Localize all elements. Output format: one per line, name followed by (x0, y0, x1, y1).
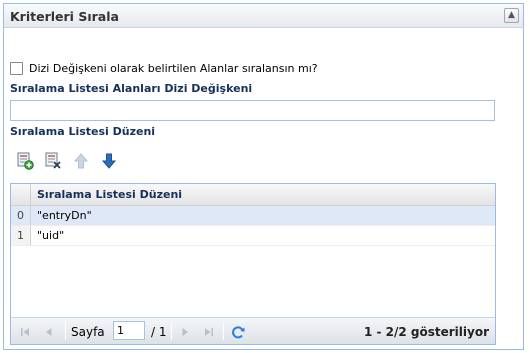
first-page-icon (21, 328, 29, 336)
panel-header: Kriterleri Sırala ▲ (4, 4, 523, 28)
row-number: 1 (11, 226, 31, 245)
sort-array-checkbox-label: Dizi Değişkeni olarak belirtilen Alanlar… (29, 62, 318, 75)
collapse-icon[interactable]: ▲ (504, 8, 519, 23)
page-label: Sayfa (71, 325, 105, 339)
last-page-icon (205, 328, 213, 336)
move-up-button[interactable] (69, 149, 93, 173)
order-label: Sıralama Listesi Düzeni (10, 125, 156, 138)
pager-separator (171, 323, 172, 340)
add-item-icon (17, 152, 34, 170)
refresh-button[interactable] (229, 324, 247, 340)
paging-status: 1 - 2/2 gösteriliyor (363, 325, 489, 339)
sort-order-grid: Sıralama Listesi Düzeni 0 "entryDn" 1 "u… (10, 183, 496, 345)
first-page-button[interactable] (17, 324, 33, 340)
page-number-input[interactable] (113, 321, 145, 340)
delete-item-button[interactable] (41, 149, 65, 173)
table-row[interactable]: 1 "uid" (11, 226, 495, 246)
move-down-button[interactable] (97, 149, 121, 173)
row-number: 0 (11, 206, 31, 225)
row-value[interactable]: "uid" (31, 226, 64, 245)
table-row[interactable]: 0 "entryDn" (11, 206, 495, 226)
array-field-input[interactable] (10, 100, 495, 121)
sort-array-checkbox[interactable] (10, 62, 23, 75)
delete-item-icon (45, 152, 61, 169)
pager-separator (65, 323, 66, 340)
grid-header: Sıralama Listesi Düzeni (11, 184, 495, 206)
next-page-button[interactable] (177, 324, 193, 340)
move-down-icon (101, 153, 117, 169)
row-number-header (11, 184, 31, 205)
pager-separator (223, 323, 224, 340)
move-up-icon (73, 153, 89, 169)
paging-toolbar: Sayfa / 1 1 - 2/ (11, 317, 495, 344)
column-header[interactable]: Sıralama Listesi Düzeni (31, 184, 182, 205)
prev-page-icon (46, 328, 52, 336)
page-count-label: / 1 (151, 325, 167, 339)
sort-array-checkbox-row[interactable]: Dizi Değişkeni olarak belirtilen Alanlar… (10, 62, 318, 75)
last-page-button[interactable] (201, 324, 217, 340)
array-field-label: Sıralama Listesi Alanları Dizi Değişkeni (10, 82, 253, 95)
row-value[interactable]: "entryDn" (31, 206, 92, 225)
add-item-button[interactable] (13, 149, 37, 173)
prev-page-button[interactable] (41, 324, 57, 340)
panel-title: Kriterleri Sırala (10, 9, 119, 24)
refresh-icon (231, 325, 244, 338)
next-page-icon (182, 328, 188, 336)
sort-criteria-panel: Kriterleri Sırala ▲ Dizi Değişkeni olara… (3, 3, 524, 350)
